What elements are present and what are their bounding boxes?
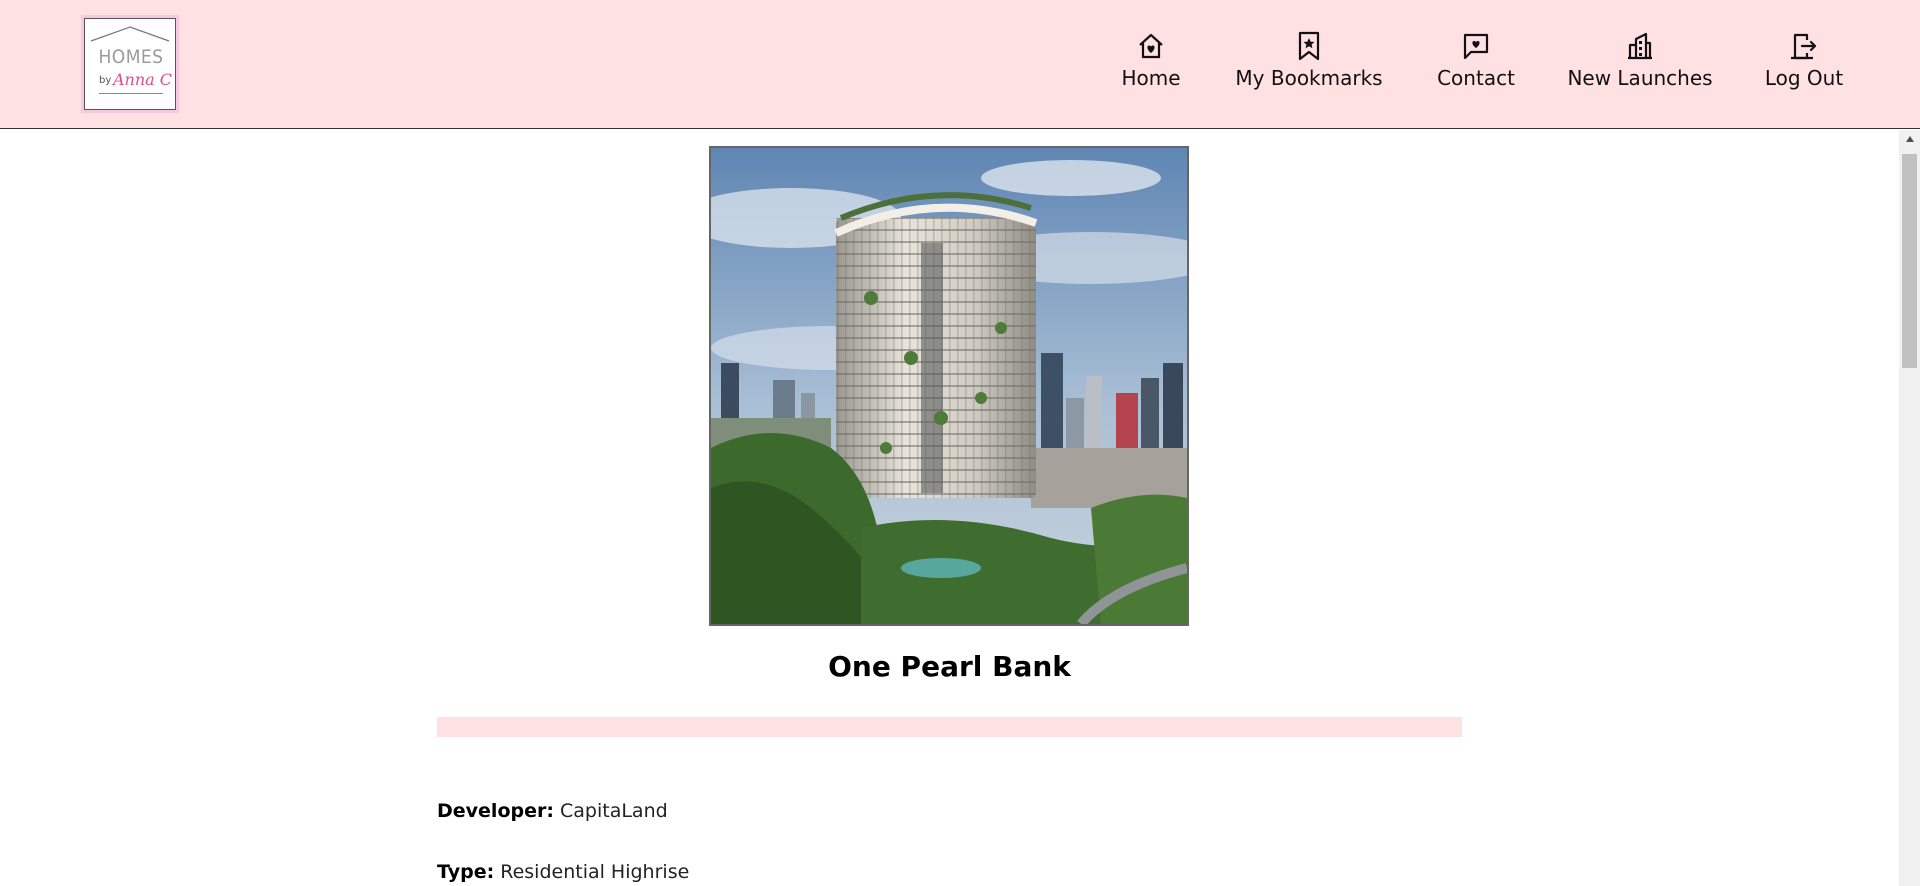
- logo-underline: [99, 93, 163, 94]
- property-photo-art: [711, 148, 1187, 624]
- nav-new-launches-label: New Launches: [1567, 66, 1713, 90]
- bookmark-star-icon: [1294, 30, 1324, 62]
- logo-name: Anna C: [113, 70, 173, 89]
- homes-by-anna-logo[interactable]: HOMES by Anna C: [81, 15, 179, 113]
- detail-developer-label: Developer:: [437, 800, 554, 822]
- page-scrollbar[interactable]: [1899, 130, 1920, 886]
- title-divider-bar: [437, 717, 1462, 737]
- detail-developer-value: CapitaLand: [560, 800, 668, 822]
- home-heart-icon: [1136, 30, 1166, 62]
- logo-box: HOMES by Anna C: [84, 18, 176, 110]
- logo-word: HOMES: [98, 46, 164, 68]
- nav-log-out[interactable]: Log Out: [1764, 30, 1844, 100]
- nav-log-out-label: Log Out: [1764, 66, 1844, 90]
- detail-type-label: Type:: [437, 861, 495, 883]
- scroll-thumb[interactable]: [1902, 154, 1917, 368]
- nav-contact-label: Contact: [1437, 66, 1515, 90]
- buildings-icon: [1625, 30, 1655, 62]
- main-content: One Pearl Bank Developer: CapitaLand Typ…: [0, 130, 1899, 886]
- nav-home-label: Home: [1121, 66, 1181, 90]
- property-title: One Pearl Bank: [828, 650, 1071, 683]
- nav-my-bookmarks[interactable]: My Bookmarks: [1235, 30, 1383, 100]
- nav-home[interactable]: Home: [1121, 30, 1181, 100]
- nav-contact[interactable]: Contact: [1437, 30, 1515, 100]
- detail-developer: Developer: CapitaLand: [437, 800, 668, 822]
- detail-type-value: Residential Highrise: [500, 861, 690, 883]
- detail-type: Type: Residential Highrise: [437, 861, 689, 883]
- logout-door-icon: [1789, 30, 1819, 62]
- property-photo: [709, 146, 1189, 626]
- nav-my-bookmarks-label: My Bookmarks: [1235, 66, 1383, 90]
- nav-new-launches[interactable]: New Launches: [1567, 30, 1713, 100]
- roof-icon: [90, 26, 170, 42]
- chat-heart-icon: [1461, 30, 1491, 62]
- logo-by: by: [99, 75, 112, 86]
- top-navbar: HOMES by Anna C Home My Bookmarks Contac…: [0, 0, 1920, 129]
- scroll-up-arrow-icon[interactable]: [1899, 130, 1920, 147]
